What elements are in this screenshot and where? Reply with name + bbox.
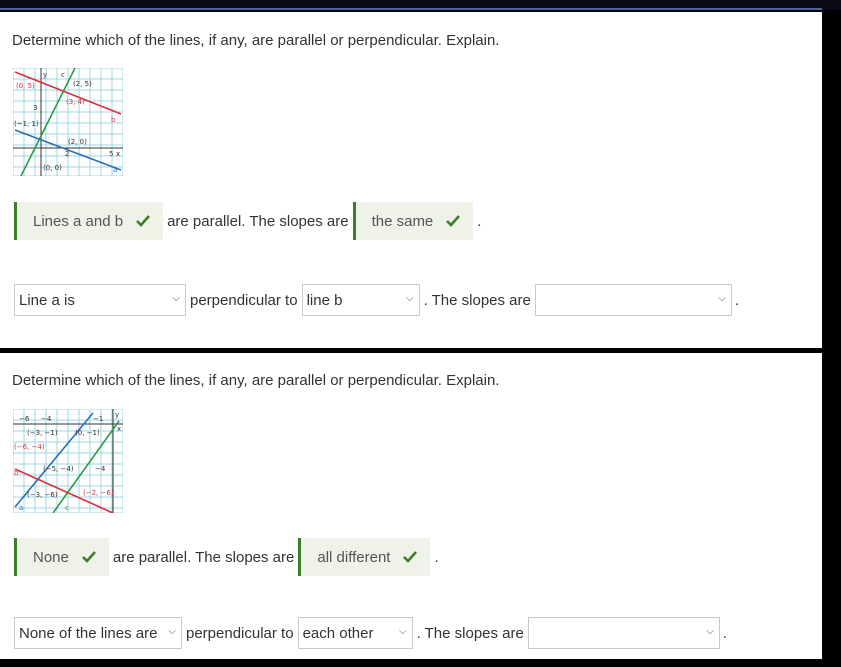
dropdown-value: each other [302,624,374,642]
check-icon [81,550,97,564]
chevron-down-icon: ⌵ [718,293,726,304]
line-target-dropdown[interactable]: line b ⌵ [301,284,420,316]
answer-text: Lines a and b [33,212,124,230]
graph-label: (2, 5) [73,80,92,88]
line-select-dropdown[interactable]: Line a is ⌵ [14,284,186,316]
problem-card-2: Determine which of the lines, if any, ar… [0,353,822,659]
period: . [734,291,740,309]
answer-row-perpendicular: None of the lines are ⌵ perpendicular to… [14,614,727,652]
graph-label: y [115,411,119,419]
graph-label: (−6, −4) [14,443,45,451]
graph-label: c [61,71,65,79]
chevron-down-icon: ⌵ [706,626,714,637]
graph-label: a [113,166,117,174]
graph-label: (2, 0) [68,138,87,146]
graph-label: y [43,71,47,79]
graph-label: (−1, 1) [14,120,39,128]
graph-label: a [19,504,23,512]
dropdown-value: line b [306,291,343,309]
top-accent [0,8,822,10]
answer-text: None [33,548,69,566]
graph-label: −4 [95,465,106,473]
problem-card-1: Determine which of the lines, if any, ar… [0,12,822,348]
graph-label: (−3, −6) [27,491,58,499]
graph-image: −6 −4 −1 y x (−3, −1) (0, −1) (−6, −4) (… [13,409,123,513]
graph-label: x [116,150,120,158]
graph-label: (0, 0) [43,164,62,172]
answer-lines-a-b[interactable]: Lines a and b [14,202,164,240]
slopes-dropdown[interactable]: ⌵ [527,617,720,649]
graph-label: −1 [93,415,103,423]
check-icon [402,550,418,564]
static-text: perpendicular to [190,291,298,309]
graph-label: −4 [41,415,52,423]
answer-text: the same [371,212,434,230]
check-icon [445,214,461,228]
check-icon [135,214,151,228]
answer-row-parallel: Lines a and b are parallel. The slopes a… [14,202,481,240]
graph-label: b [111,116,116,124]
graph-label: 2 [65,150,69,158]
graph-label: (−5, −4) [43,465,74,473]
line-target-dropdown[interactable]: each other ⌵ [297,617,413,649]
graph-image: y c (0, 5) (2, 5) (3, 4) b 3 (−1, 1) (2,… [13,68,123,176]
answer-slopes-same[interactable]: the same [352,202,474,240]
slopes-dropdown[interactable]: ⌵ [534,284,732,316]
graph-label: 3 [33,104,37,112]
problem-prompt: Determine which of the lines, if any, ar… [12,32,500,49]
graph-label: (3, 4) [66,98,85,106]
chevron-down-icon: ⌵ [168,626,176,637]
period: . [477,212,482,230]
graph-label: (0, 5) [16,82,35,90]
answer-row-parallel: None are parallel. The slopes are all di… [14,538,439,576]
period: . [722,624,728,642]
graph-label: −6 [19,415,30,423]
static-text: . The slopes are [423,291,531,309]
graph-label: (−3, −1) [27,429,58,437]
chevron-down-icon: ⌵ [172,293,180,304]
answer-slopes-different[interactable]: all different [298,538,431,576]
answer-none[interactable]: None [14,538,109,576]
graph-label: 5 [109,150,113,158]
static-text: perpendicular to [186,624,294,642]
static-text: are parallel. The slopes are [112,548,295,566]
top-bar [0,0,841,10]
graph-label: (−2, −6) [83,489,114,497]
dropdown-value: None of the lines are [19,624,158,642]
graph-label: b [14,469,19,477]
answer-row-perpendicular: Line a is ⌵ perpendicular to line b ⌵ . … [14,281,739,319]
static-text: . The slopes are [416,624,524,642]
chevron-down-icon: ⌵ [398,626,407,637]
answer-text: all different [317,548,391,566]
chevron-down-icon: ⌵ [405,293,414,304]
graph-label: c [65,504,69,512]
problem-prompt: Determine which of the lines, if any, ar… [12,372,500,389]
static-text: are parallel. The slopes are [167,212,349,230]
period: . [434,548,439,566]
graph-label: (0, −1) [75,429,100,437]
line-select-dropdown[interactable]: None of the lines are ⌵ [14,617,182,649]
graph-label: x [117,425,121,433]
dropdown-value: Line a is [19,291,75,309]
